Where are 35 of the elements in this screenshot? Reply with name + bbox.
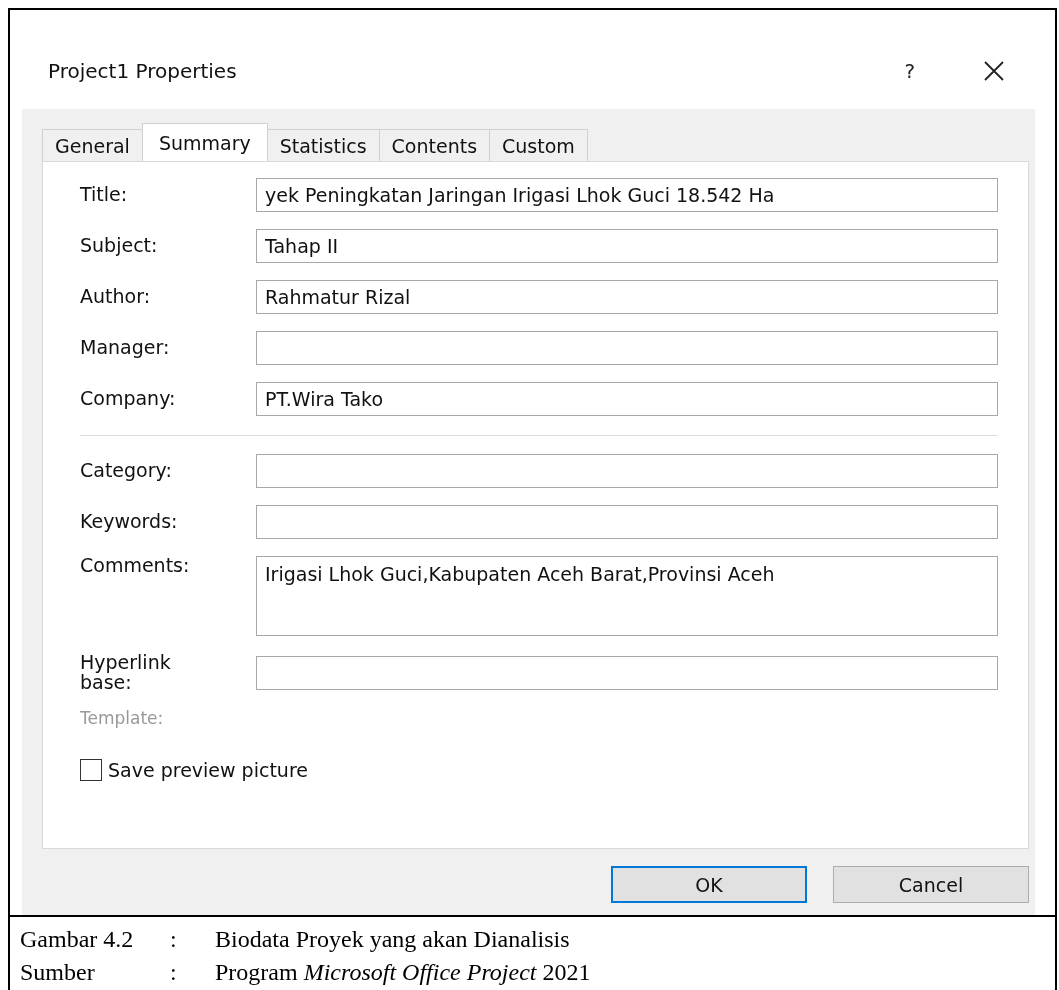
tab[interactable]: Summary	[141, 123, 268, 161]
input-field[interactable]	[256, 454, 998, 488]
tab[interactable]: Custom	[489, 129, 588, 161]
field-label: Comments:	[80, 556, 191, 576]
field-label: Author:	[80, 287, 152, 307]
field-label: Subject:	[80, 236, 159, 256]
input-field[interactable]	[256, 331, 998, 365]
help-button[interactable]: ?	[904, 59, 915, 83]
field-label: Category:	[80, 461, 173, 481]
input-field[interactable]: Irigasi Lhok Guci,Kabupaten Aceh Barat,Provinsi Aceh	[256, 556, 998, 636]
caption-term: Gambar 4.2	[20, 924, 135, 954]
caption-separator: :	[170, 958, 178, 988]
checkbox[interactable]	[80, 758, 102, 781]
field-label: Manager:	[80, 338, 171, 358]
input-field[interactable]: PT.Wira Tako	[256, 382, 998, 416]
caption-separator: :	[170, 924, 178, 954]
caption-text: Biodata Proyek yang akan Dianalisis	[215, 924, 570, 954]
input-field[interactable]: yek Peningkatan Jaringan Irigasi Lhok Guci 18.542 Ha	[256, 178, 998, 212]
input-field[interactable]: Rahmatur Rizal	[256, 280, 998, 314]
dialog-button[interactable]: OK	[611, 866, 807, 903]
field-label: Title:	[80, 185, 129, 205]
input-field[interactable]	[256, 505, 998, 539]
field-label: Template:	[80, 709, 165, 728]
close-icon[interactable]	[983, 60, 1005, 82]
field-label: Company:	[80, 389, 177, 409]
tab[interactable]: General	[42, 129, 143, 161]
dialog-button[interactable]: Cancel	[833, 866, 1029, 903]
input-field[interactable]: Tahap II	[256, 229, 998, 263]
checkbox-label[interactable]: Save preview picture	[108, 758, 308, 781]
input-field[interactable]	[256, 655, 998, 690]
window-title: Project1 Properties	[48, 59, 238, 83]
field-label: Keywords:	[80, 512, 179, 532]
caption-text: Program Microsoft Office Project 2021	[215, 958, 591, 988]
field-label: Hyperlink base:	[80, 653, 172, 693]
caption-term: Sumber	[20, 958, 96, 988]
